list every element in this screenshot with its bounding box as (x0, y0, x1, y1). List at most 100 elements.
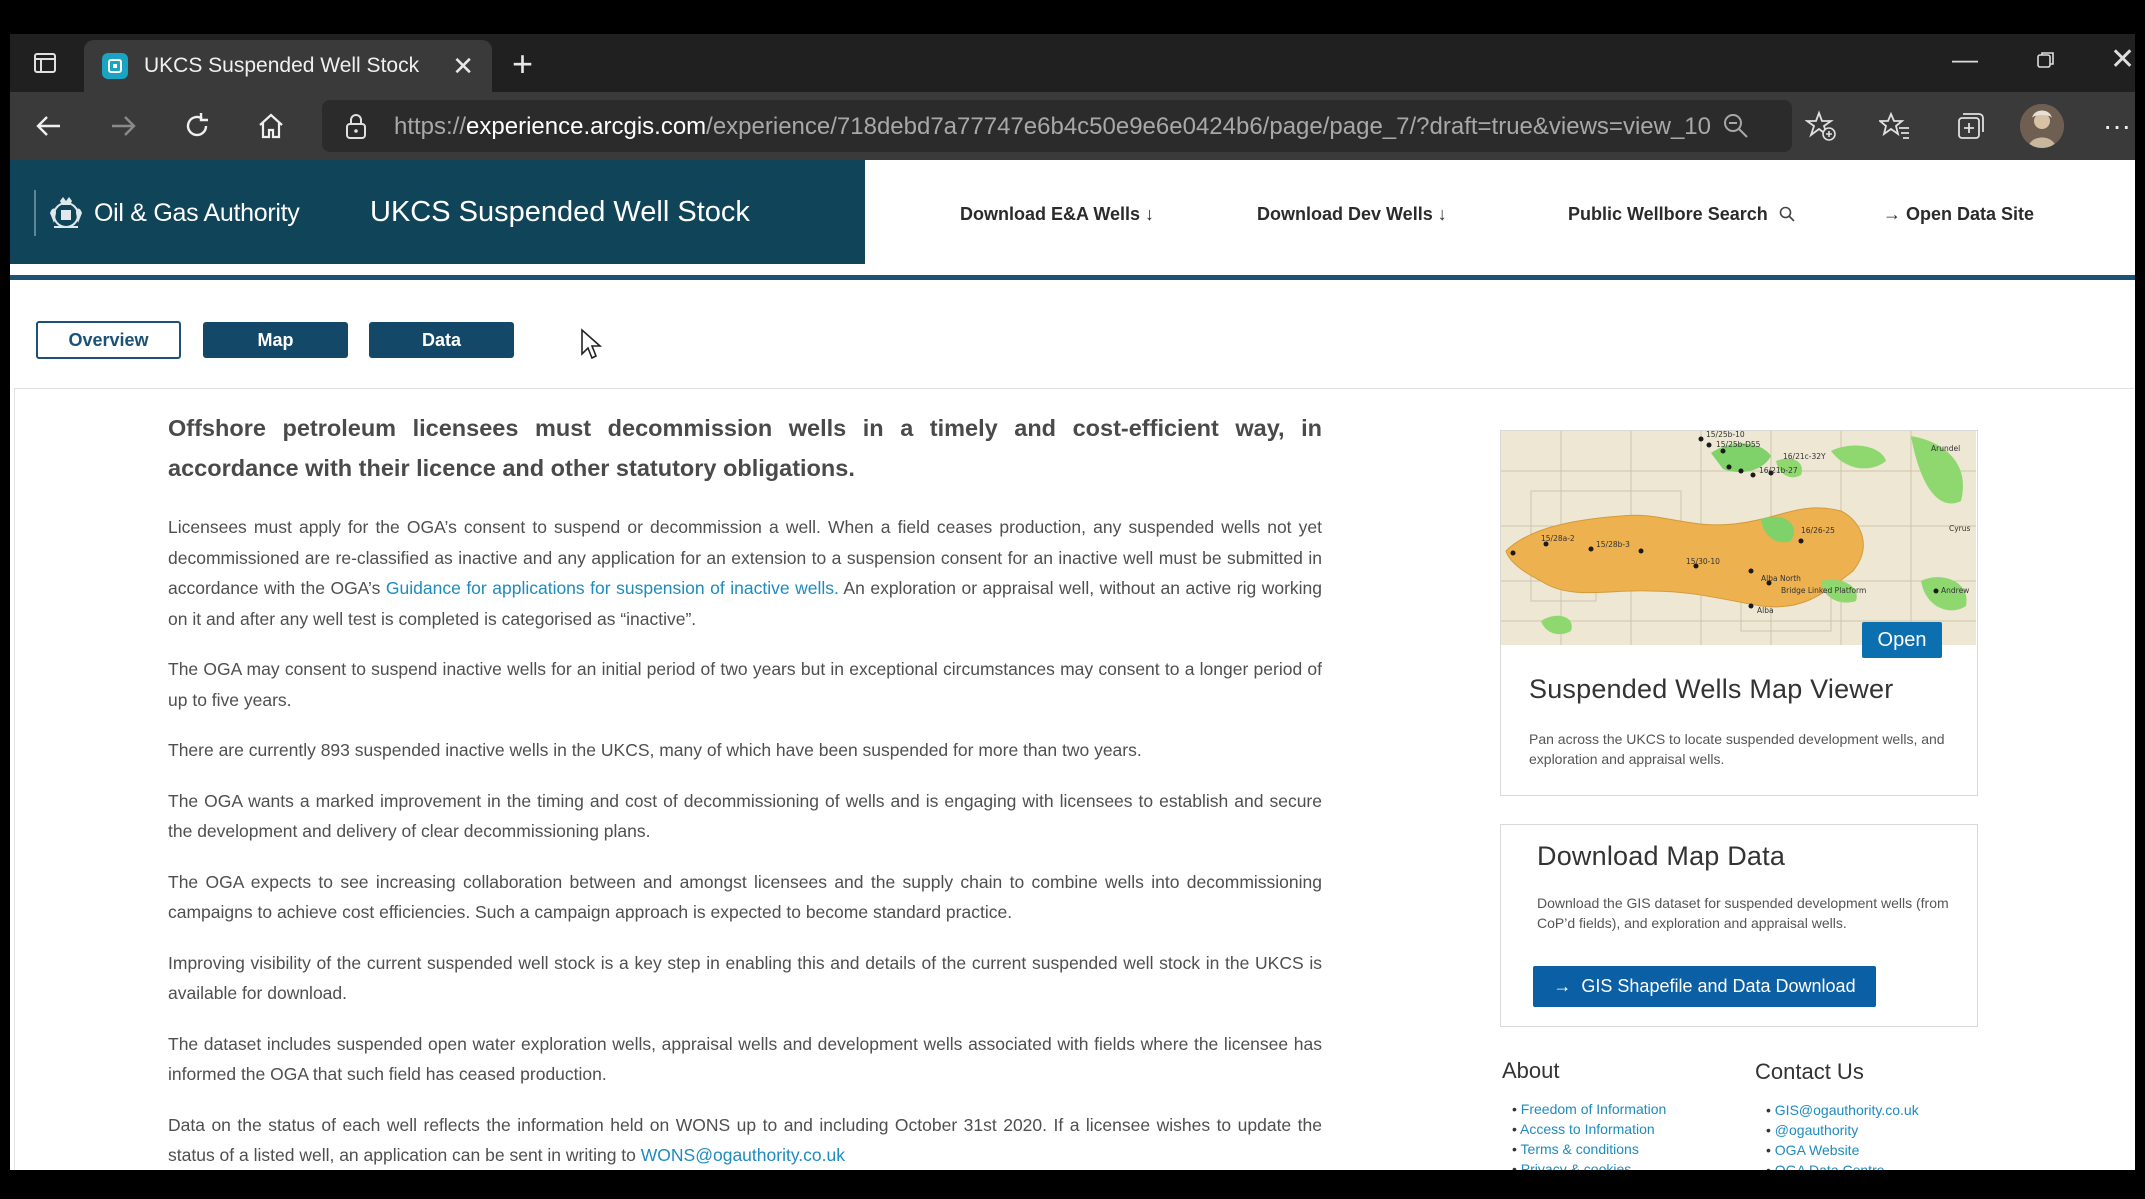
data-button[interactable]: Data (369, 322, 514, 358)
paragraph-4: The OGA wants a marked improvement in th… (168, 790, 1322, 842)
nav-download-dev-wells[interactable]: Download Dev Wells ↓ (1257, 204, 1447, 225)
nav-public-wellbore-search[interactable]: Public Wellbore Search (1568, 204, 1795, 225)
back-arrow-icon[interactable] (32, 109, 66, 143)
map-label-6: 15/28b-3 (1596, 540, 1630, 549)
map-label-11: Alba (1757, 606, 1774, 615)
footer-link-oga-website[interactable]: OGA Website (1766, 1140, 1919, 1160)
about-links: Freedom of Information Access to Informa… (1512, 1099, 1666, 1170)
map-label-5: 15/28a-2 (1541, 534, 1575, 543)
nav-download-ea-wells[interactable]: Download E&A Wells ↓ (960, 204, 1154, 225)
open-map-button[interactable]: Open (1862, 622, 1942, 658)
header-divider (10, 275, 2135, 280)
minimize-icon[interactable]: — (1952, 44, 1978, 75)
arrow-right-icon: → (1553, 976, 1572, 996)
url-host: experience.arcgis.com (466, 113, 707, 140)
arrow-right-icon: → (1883, 204, 1907, 224)
map-viewer-card[interactable]: 15/25b-10 15/25b-D55 16/21c-32Y 16/21b-2… (1500, 430, 1978, 796)
bottom-letterbox (0, 1170, 2145, 1199)
paragraph-1: Licensees must apply for the OGA’s conse… (168, 512, 1322, 634)
footer-link-access[interactable]: Access to Information (1512, 1119, 1666, 1139)
map-label-1: 15/25b-D55 (1716, 440, 1761, 449)
favorites-icon[interactable] (1878, 109, 1912, 143)
map-label-9: Alba North (1761, 574, 1801, 583)
brand-name: Oil & Gas Authority (94, 198, 300, 227)
map-label-7: 16/26-25 (1801, 526, 1835, 535)
overview-button[interactable]: Overview (36, 321, 181, 359)
download-card-description: Download the GIS dataset for suspended d… (1537, 895, 1949, 931)
paragraph-3: There are currently 893 suspended inacti… (168, 740, 1142, 760)
footer-link-foi[interactable]: Freedom of Information (1512, 1099, 1667, 1119)
gis-download-button[interactable]: → GIS Shapefile and Data Download (1533, 966, 1876, 1007)
download-card-title: Download Map Data (1537, 841, 1786, 871)
article-body: Offshore petroleum licensees must decomm… (168, 408, 1322, 1170)
about-heading: About (1502, 1058, 1560, 1083)
royal-crest-icon (50, 197, 82, 228)
zoom-out-icon[interactable] (1722, 112, 1750, 145)
map-button[interactable]: Map (203, 322, 348, 358)
add-favorite-icon[interactable] (1804, 109, 1838, 143)
web-page: Oil & Gas Authority UKCS Suspended Well … (10, 160, 2135, 1170)
url-prefix: https:// (394, 113, 467, 140)
brand-separator (34, 190, 36, 236)
arcgis-favicon-icon (102, 53, 128, 79)
paragraph-6: Improving visibility of the current susp… (168, 952, 1322, 1004)
paragraph-8: Data on the status of each well reflects… (168, 1110, 1322, 1171)
content-top-border (14, 388, 2134, 389)
collections-icon[interactable] (1952, 109, 1986, 143)
tab-close-icon[interactable]: ✕ (452, 53, 474, 79)
map-label-2: 16/21c-32Y (1783, 452, 1826, 461)
url-text: https://experience.arcgis.com/experience… (394, 113, 1711, 141)
more-menu-icon[interactable]: ··· (2100, 109, 2134, 143)
wons-email-link[interactable]: WONS@ogauthority.co.uk (641, 1145, 845, 1165)
map-label-12: Andrew (1941, 586, 1969, 595)
map-label-13: Cyrus (1949, 524, 1971, 533)
forward-arrow-icon[interactable] (106, 109, 140, 143)
screen: UKCS Suspended Well Stock ✕ + — ✕ https:… (0, 0, 2145, 1199)
restore-icon[interactable] (2036, 50, 2056, 70)
lock-icon[interactable] (344, 114, 368, 145)
map-card-title: Suspended Wells Map Viewer (1529, 674, 1894, 704)
site-header-band: Oil & Gas Authority UKCS Suspended Well … (10, 160, 865, 264)
url-path: /experience/718debd7a77747e6b4c50e9e6e04… (706, 113, 1711, 140)
map-thumbnail[interactable]: 15/25b-10 15/25b-D55 16/21c-32Y 16/21b-2… (1501, 431, 1976, 645)
address-bar[interactable]: https://experience.arcgis.com/experience… (322, 100, 1792, 152)
footer-link-terms[interactable]: Terms & conditions (1512, 1139, 1666, 1159)
search-icon (1779, 206, 1795, 222)
map-thumbnail-image: 15/25b-10 15/25b-D55 16/21c-32Y 16/21b-2… (1501, 431, 1976, 645)
map-label-10: Bridge Linked Platform (1781, 586, 1866, 595)
paragraph-5: The OGA expects to see increasing collab… (168, 871, 1322, 923)
browser-toolbar: https://experience.arcgis.com/experience… (10, 92, 2135, 160)
map-label-4: Arundel (1931, 444, 1960, 453)
footer-link-twitter[interactable]: @ogauthority (1766, 1120, 1919, 1140)
gis-download-button-label: GIS Shapefile and Data Download (1581, 976, 1856, 996)
map-label-0: 15/25b-10 (1706, 431, 1745, 439)
browser-tab-bar: UKCS Suspended Well Stock ✕ + — ✕ (10, 34, 2135, 92)
window-close-icon[interactable]: ✕ (2110, 42, 2135, 77)
map-label-8: 15/30-10 (1686, 557, 1720, 566)
footer-link-data-centre[interactable]: OGA Data Centre (1766, 1160, 1919, 1170)
nav-open-data-site[interactable]: → Open Data Site (1883, 204, 2034, 225)
home-icon[interactable] (254, 109, 288, 143)
paragraph-8-text: Data on the status of each well reflects… (168, 1114, 1292, 1135)
guidance-link[interactable]: Guidance for applications for suspension… (386, 578, 839, 598)
profile-avatar[interactable] (2020, 104, 2064, 148)
mouse-cursor-icon (581, 328, 603, 360)
browser-tab-active[interactable]: UKCS Suspended Well Stock ✕ (84, 40, 492, 92)
map-label-3: 16/21b-27 (1759, 466, 1798, 475)
footer-link-privacy[interactable]: Privacy & cookies (1512, 1159, 1666, 1170)
oga-brand[interactable]: Oil & Gas Authority (34, 190, 300, 236)
nav-public-wellbore-search-label: Public Wellbore Search (1568, 204, 1768, 224)
contact-links: GIS@ogauthority.co.uk @ogauthority OGA W… (1766, 1100, 1919, 1170)
paragraph-2: The OGA may consent to suspend inactive … (168, 659, 1322, 710)
contact-heading: Contact Us (1755, 1059, 1864, 1084)
footer-link-gis-email[interactable]: GIS@ogauthority.co.uk (1766, 1100, 1919, 1120)
new-tab-icon[interactable]: + (512, 46, 533, 82)
reload-icon[interactable] (180, 109, 214, 143)
tab-actions-icon[interactable] (30, 48, 60, 78)
lead-paragraph: Offshore petroleum licensees must decomm… (168, 415, 1322, 481)
nav-open-data-site-label: Open Data Site (1906, 204, 2035, 224)
tab-title: UKCS Suspended Well Stock (144, 54, 420, 77)
site-title: UKCS Suspended Well Stock (370, 196, 750, 228)
download-data-card: Download Map Data Download the GIS datas… (1500, 824, 1978, 1027)
content-left-border (14, 388, 15, 1170)
